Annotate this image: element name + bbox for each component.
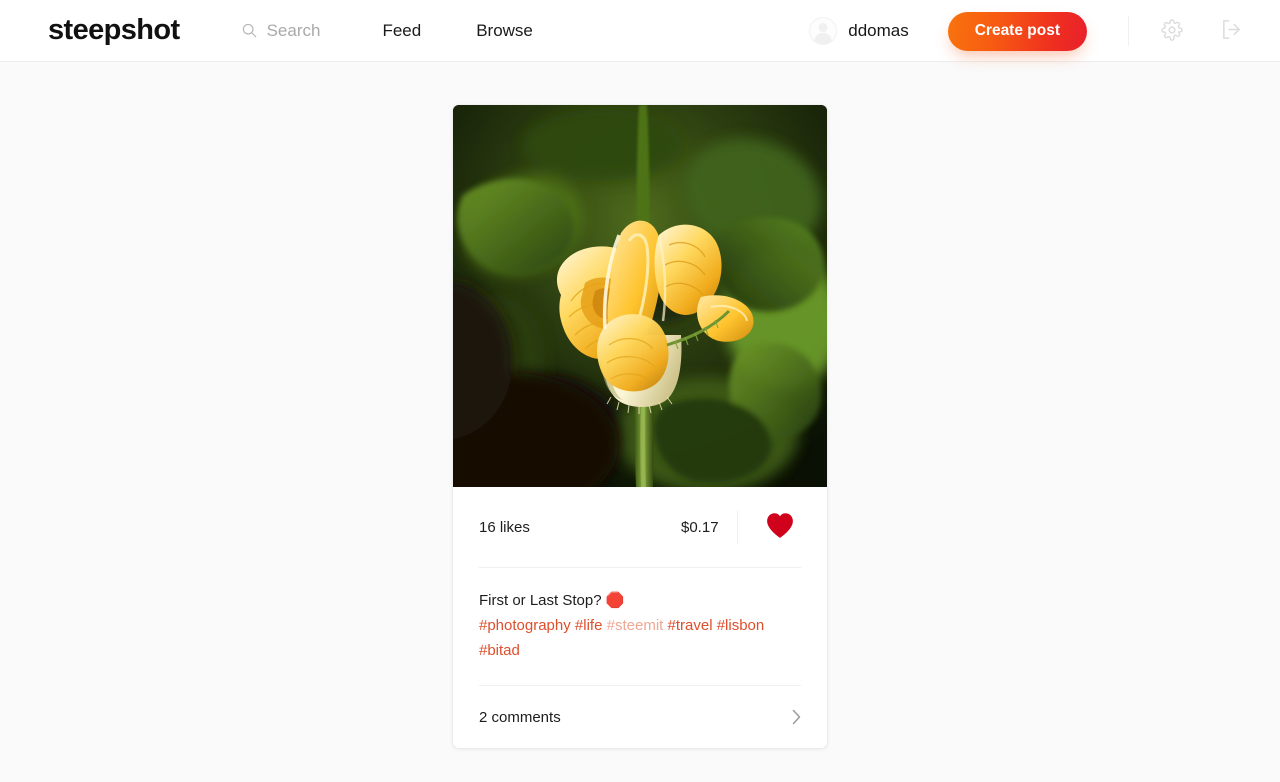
header-divider [1128,16,1129,46]
nav-item-feed[interactable]: Feed [382,21,421,41]
logout-button[interactable] [1218,18,1244,44]
header-right-group: ddomas Create post [809,0,1280,62]
post-card: 16 likes $0.17 First or Last Stop? 🛑 #ph… [453,105,827,748]
hashtag-life[interactable]: #life [575,617,603,634]
photo-illustration [453,105,827,487]
brand-logo[interactable]: steepshot [48,16,180,45]
hashtag-lisbon[interactable]: #lisbon [717,617,765,634]
like-button[interactable] [765,512,795,542]
username-label: ddomas [848,21,909,40]
post-stats-row: 16 likes $0.17 [453,487,827,567]
stats-divider [737,510,738,544]
hashtag-steemit[interactable]: #steemit [607,617,664,634]
chevron-right-icon [792,709,801,725]
comments-count: 2 comments [479,708,561,726]
create-post-button[interactable]: Create post [947,11,1087,51]
search-icon [242,23,257,38]
avatar [809,17,838,45]
top-navigation-bar: steepshot Search Feed Browse ddomas Crea… [0,0,1280,62]
nav-item-browse[interactable]: Browse [476,21,533,41]
post-caption-block: First or Last Stop? 🛑 #photography #life… [453,568,827,685]
hashtag-list: #photography #life #steemit #travel #lis… [479,613,801,663]
user-profile-link[interactable]: ddomas [809,17,909,45]
hashtag-photography[interactable]: #photography [479,617,571,634]
settings-button[interactable] [1159,18,1185,44]
payout-amount: $0.17 [681,518,719,536]
search-placeholder: Search [266,20,321,40]
main-content: 16 likes $0.17 First or Last Stop? 🛑 #ph… [0,62,1280,782]
stop-sign-emoji: 🛑 [605,592,625,609]
post-image[interactable] [453,105,827,487]
logout-icon [1220,18,1243,44]
search-input[interactable]: Search [242,20,321,41]
comments-row[interactable]: 2 comments [453,686,827,748]
caption-text: First or Last Stop? [479,592,606,609]
heart-filled-icon [765,512,795,542]
hashtag-travel[interactable]: #travel [668,617,713,634]
hashtag-bitad[interactable]: #bitad [479,642,520,659]
gear-icon [1161,18,1183,44]
caption-line: First or Last Stop? 🛑 [479,588,801,613]
likes-count: 16 likes [479,518,530,536]
